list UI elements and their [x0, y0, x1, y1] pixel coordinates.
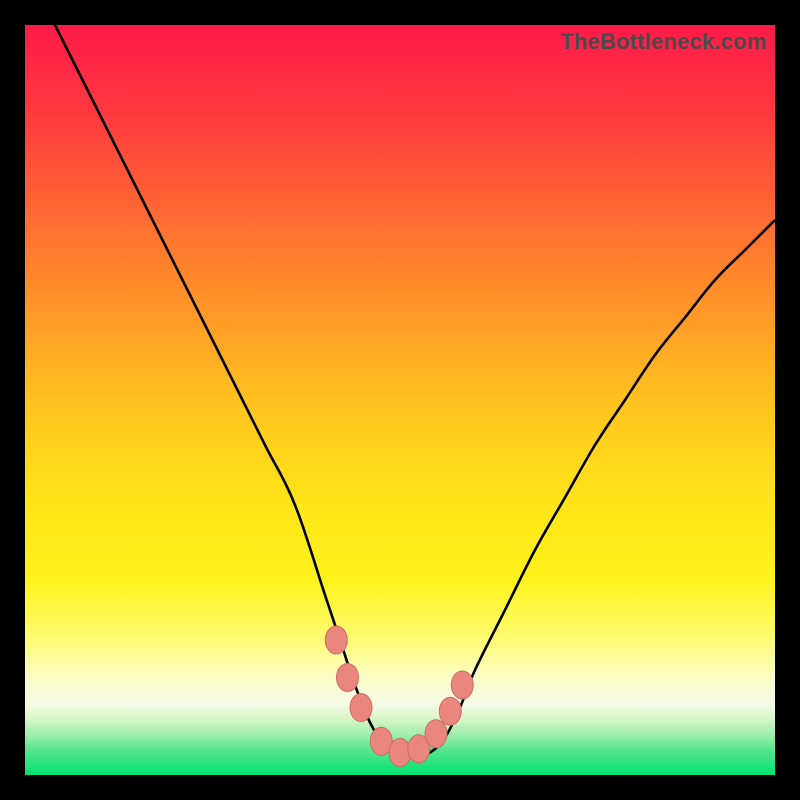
- plot-area: TheBottleneck.com: [25, 25, 775, 775]
- outer-frame: TheBottleneck.com: [0, 0, 800, 800]
- marker-point: [425, 720, 447, 748]
- chart-overlay: [25, 25, 775, 775]
- marker-point: [439, 697, 461, 725]
- marker-point: [451, 671, 473, 699]
- bottleneck-curve: [25, 25, 775, 756]
- marker-point: [337, 664, 359, 692]
- highlight-markers: [325, 626, 473, 767]
- marker-point: [325, 626, 347, 654]
- watermark-text: TheBottleneck.com: [561, 29, 767, 55]
- marker-point: [350, 694, 372, 722]
